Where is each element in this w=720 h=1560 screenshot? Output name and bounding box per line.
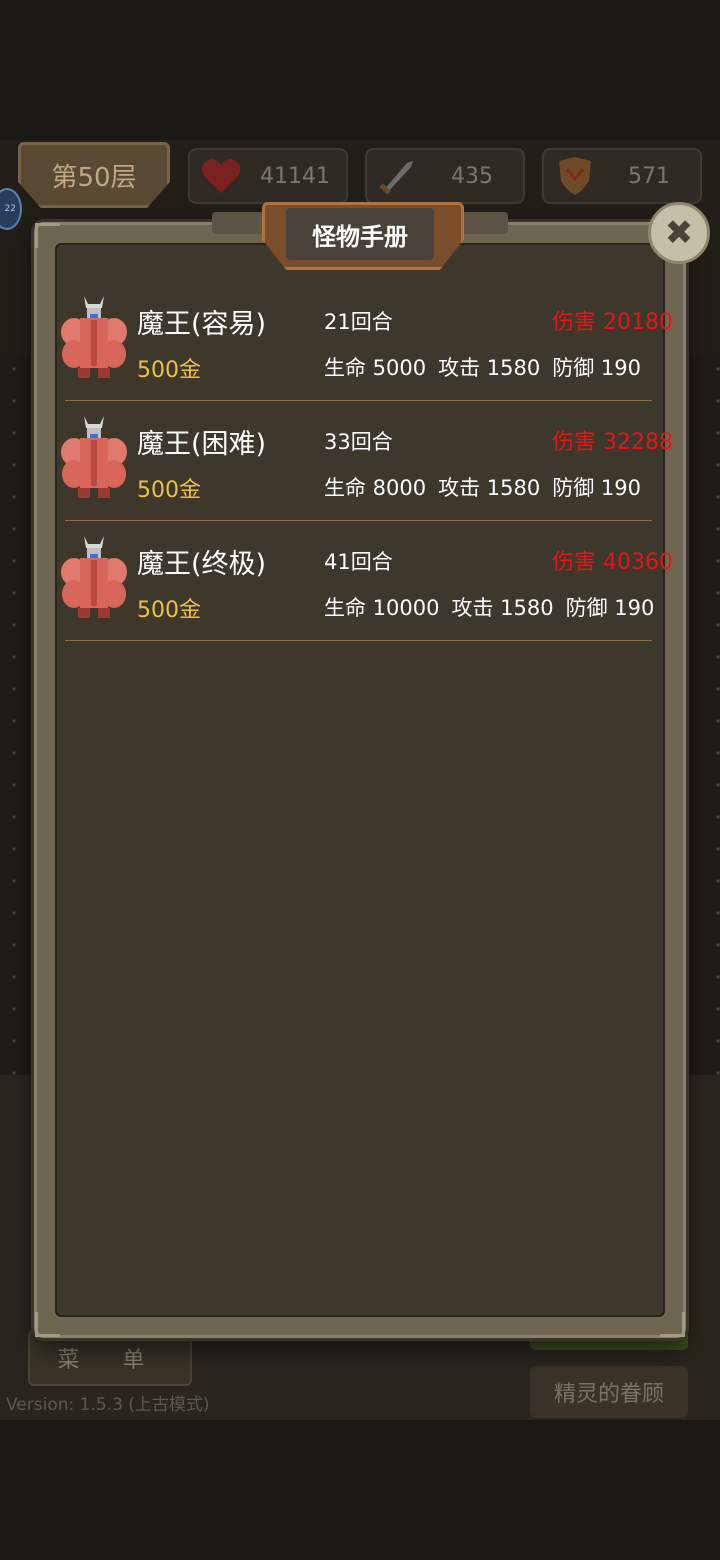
bottom-bar: [0, 1420, 720, 1560]
demon-king-icon: [61, 416, 127, 498]
monster-defense: 防御 190: [552, 476, 642, 500]
monster-damage: 伤害 32288: [552, 430, 673, 455]
frame-corner: [35, 1312, 60, 1337]
blessing-button[interactable]: 精灵的眷顾: [530, 1366, 688, 1418]
defense-value: 571: [628, 163, 670, 189]
version-text: Version: 1.5.3 (上古模式): [6, 1395, 210, 1415]
monster-damage: 伤害 20180: [552, 310, 673, 335]
attack-stat: 435: [365, 148, 525, 204]
monster-entry[interactable]: 魔王(容易) 21回合 伤害 20180 500金 生命 5000 攻击 1580…: [60, 290, 673, 410]
monster-gold: 500金: [137, 598, 201, 623]
menu-button[interactable]: 菜 单: [28, 1330, 192, 1386]
entry-divider: [65, 520, 652, 521]
monster-name: 魔王(终极): [137, 549, 267, 580]
dialog-title: 怪物手册: [286, 208, 434, 260]
sword-icon: [375, 153, 421, 199]
level-value: 22: [4, 204, 16, 214]
monster-turns: 33回合: [324, 430, 393, 454]
monster-hp: 生命 10000: [324, 596, 440, 620]
monster-hp: 生命 8000: [324, 476, 427, 500]
dialog-title-text: 怪物手册: [312, 222, 408, 251]
hp-value: 41141: [260, 163, 330, 189]
defense-stat: 571: [542, 148, 702, 204]
heart-icon: [198, 153, 244, 199]
close-icon[interactable]: ✖: [648, 202, 710, 264]
monster-entry[interactable]: 魔王(困难) 33回合 伤害 32288 500金 生命 8000 攻击 1580…: [60, 410, 673, 530]
monster-gold: 500金: [137, 478, 201, 503]
monster-turns: 41回合: [324, 550, 393, 574]
entry-divider: [65, 400, 652, 401]
monster-defense: 防御 190: [565, 596, 655, 620]
monster-hp: 生命 5000: [324, 356, 427, 380]
monster-attack: 攻击 1580: [451, 596, 554, 620]
hp-stat: 41141: [188, 148, 348, 204]
entry-divider: [65, 640, 652, 641]
monster-entry[interactable]: 魔王(终极) 41回合 伤害 40360 500金 生命 10000 攻击 158…: [60, 530, 673, 650]
monster-turns: 21回合: [324, 310, 393, 334]
frame-corner: [660, 1312, 685, 1337]
monster-stats: 生命 10000 攻击 1580 防御 190: [324, 592, 654, 622]
monster-name: 魔王(容易): [137, 309, 267, 340]
monster-attack: 攻击 1580: [438, 356, 541, 380]
monster-damage: 伤害 40360: [552, 550, 673, 575]
floor-badge: 第50层: [18, 142, 170, 208]
monster-stats: 生命 5000 攻击 1580 防御 190: [324, 352, 641, 382]
monster-defense: 防御 190: [552, 356, 642, 380]
monster-name: 魔王(困难): [137, 429, 267, 460]
monster-stats: 生命 8000 攻击 1580 防御 190: [324, 472, 641, 502]
blessing-label: 精灵的眷顾: [553, 1382, 664, 1407]
monster-gold: 500金: [137, 358, 201, 383]
demon-king-icon: [61, 296, 127, 378]
attack-value: 435: [451, 163, 493, 189]
shield-icon: [552, 153, 598, 199]
menu-label: 菜 单: [57, 1348, 163, 1373]
floor-label: 第50层: [51, 162, 137, 193]
monster-attack: 攻击 1580: [438, 476, 541, 500]
demon-king-icon: [61, 536, 127, 618]
